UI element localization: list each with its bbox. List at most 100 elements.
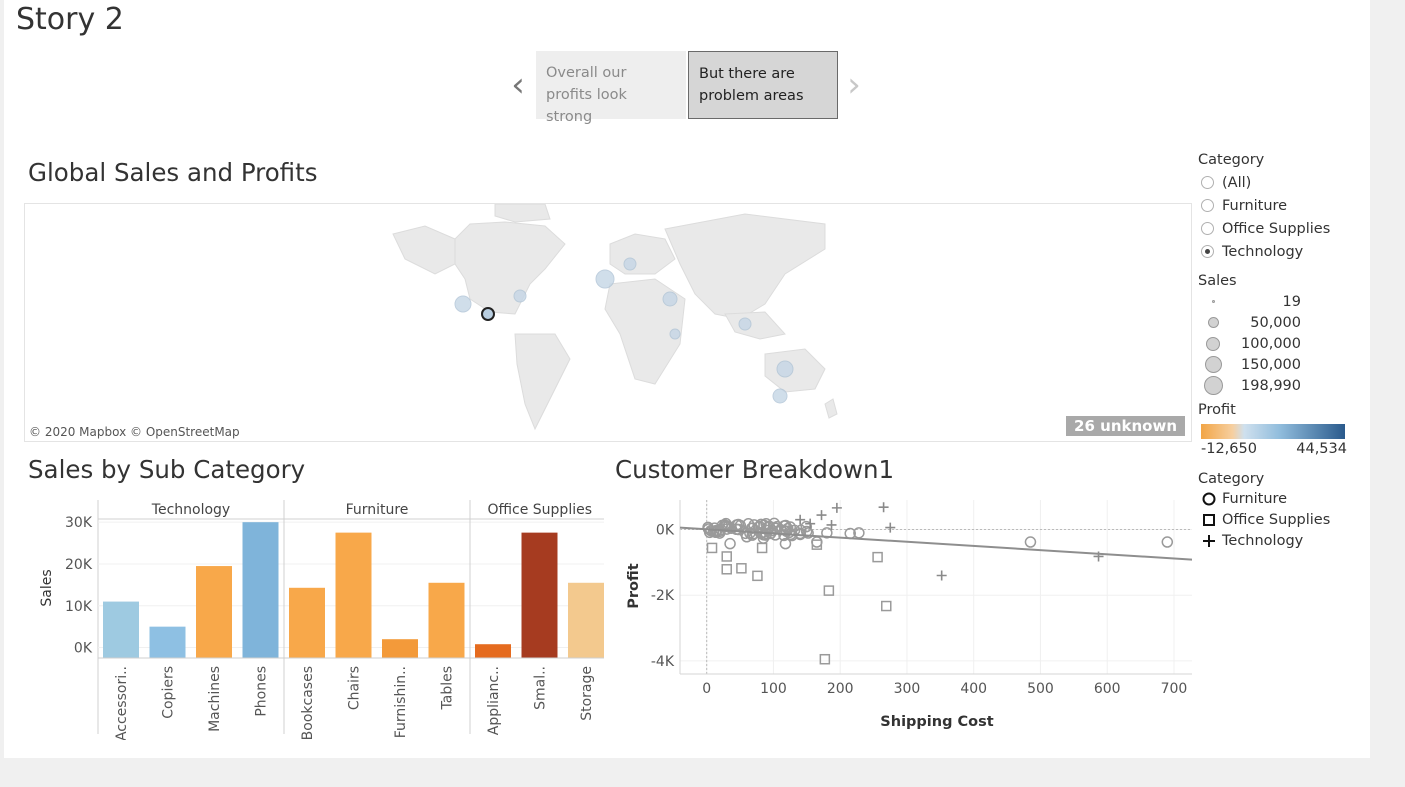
bar-furnishin (382, 639, 418, 658)
y-tick-label: 30K (65, 515, 93, 531)
shape-legend-row-office-supplies: Office Supplies (1198, 509, 1368, 530)
y-tick-label: 0K (74, 641, 93, 657)
bar-storage (568, 582, 604, 658)
bar-copiers (149, 626, 186, 658)
point-square (752, 570, 763, 582)
bar-chart-title: Sales by Sub Category (28, 455, 306, 484)
map-title: Global Sales and Profits (28, 158, 318, 187)
sales-by-subcategory-chart[interactable]: 0K 10K 20K 30K Sales Technology Accessori.. Cop… (24, 494, 604, 740)
size-circle-icon (1207, 317, 1219, 328)
selected-location-marker (481, 307, 495, 321)
y-tick-label: 20K (65, 557, 93, 573)
category-option-technology[interactable]: Technology (1198, 240, 1368, 263)
point-square (721, 551, 732, 562)
profit-legend-title: Profit (1198, 402, 1236, 418)
bar-bookcases (289, 587, 325, 658)
europe-shape (609, 233, 676, 275)
size-legend-row: 100,000 (1198, 333, 1368, 354)
y-tick-label: -2K (651, 588, 675, 604)
world-map-svg[interactable] (25, 204, 1191, 441)
world-map[interactable]: © 2020 Mapbox © OpenStreetMap 26 unknown (24, 203, 1192, 442)
point-square (706, 542, 718, 554)
category-option-office-supplies[interactable]: Office Supplies (1198, 217, 1368, 240)
x-tick-label: Accessori.. (114, 666, 130, 740)
x-tick-label: 200 (827, 681, 854, 697)
story-point-1[interactable]: Overall our profits look strong (536, 51, 686, 125)
point-square (756, 542, 768, 554)
category-filter-title: Category (1198, 152, 1265, 168)
story-page: Story 2 ‹ Overall our profits look stron… (4, 0, 1370, 758)
x-tick-label: Phones (254, 666, 270, 717)
bar-machines (196, 566, 232, 658)
x-tick-label: Storage (579, 666, 595, 721)
x-tick-label: 0 (702, 681, 711, 697)
y-tick-label: -4K (651, 654, 675, 670)
unknown-locations-badge[interactable]: 26 unknown (1066, 416, 1185, 436)
bar-smal (521, 532, 558, 658)
x-tick-label: Smal.. (533, 666, 549, 710)
customer-breakdown-chart[interactable]: 0 100 200 300 400 500 600 700 0K -2K -4K Shipping C… (612, 494, 1192, 740)
y-tick-label: 0K (656, 523, 675, 539)
shape-legend-row-furniture: Furniture (1198, 488, 1368, 509)
size-legend-row: 198,990 (1198, 375, 1368, 396)
size-legend-row: 150,000 (1198, 354, 1368, 375)
x-axis-label: Shipping Cost (880, 714, 993, 730)
previous-story-point-button[interactable]: ‹ (506, 68, 530, 104)
x-tick-label: 100 (760, 681, 787, 697)
x-tick-label: 500 (1027, 681, 1054, 697)
category-shape-legend-title: Category (1198, 471, 1265, 487)
bar-applianc (475, 644, 511, 658)
point-circle (1161, 536, 1174, 548)
x-tick-label: Chairs (347, 666, 363, 710)
point-square (823, 585, 835, 596)
y-axis-label: Sales (39, 569, 55, 606)
north-america-shape (454, 221, 566, 315)
x-tick-label: Furnishin.. (393, 666, 409, 738)
x-tick-label: 400 (960, 681, 987, 697)
radio-icon (1201, 176, 1214, 189)
profit-max: 44,534 (1296, 441, 1347, 457)
x-tick-label: Copiers (161, 666, 177, 719)
group-header-label: Technology (151, 502, 230, 518)
category-option-furniture[interactable]: Furniture (1198, 194, 1368, 217)
australia-shape (764, 348, 826, 393)
size-circle-icon (1206, 336, 1220, 351)
south-america-shape (514, 333, 571, 431)
map-credit: © 2020 Mapbox © OpenStreetMap (29, 425, 240, 439)
bar-accessori (103, 601, 139, 658)
plus-shape-icon (1202, 534, 1216, 548)
story-point-2[interactable]: But there are problem areas (688, 51, 838, 119)
bar-chairs (335, 532, 372, 658)
asia-shape (664, 213, 826, 320)
radio-icon (1201, 222, 1214, 235)
x-tick-label: 600 (1094, 681, 1121, 697)
category-filter: (All) Furniture Office Supplies Technolo… (1198, 171, 1368, 263)
x-tick-label: Bookcases (300, 666, 316, 740)
point-plus (936, 570, 947, 581)
x-tick-label: Applianc.. (486, 666, 502, 735)
sales-size-legend: 19 50,000 100,000 150,000 198,990 (1198, 291, 1368, 396)
group-header-label: Office Supplies (487, 502, 592, 518)
square-shape-icon (1202, 513, 1216, 527)
point-square (811, 539, 823, 550)
story-title: Story 2 (16, 2, 124, 37)
size-legend-row: 50,000 (1198, 312, 1368, 333)
point-square (721, 564, 732, 575)
point-circle (1024, 536, 1037, 548)
category-shape-legend: Furniture Office Supplies Technology (1198, 488, 1368, 551)
x-tick-label: 300 (894, 681, 921, 697)
point-square (819, 653, 831, 665)
point-circle (724, 537, 736, 550)
next-story-point-button[interactable]: › (842, 68, 866, 104)
profit-color-scale (1201, 424, 1345, 439)
new-zealand-shape (824, 398, 838, 419)
bar-tables (428, 582, 465, 658)
point-plus (878, 502, 889, 513)
y-axis-label: Profit (626, 563, 642, 608)
category-option-all[interactable]: (All) (1198, 171, 1368, 194)
x-tick-label: Tables (440, 666, 456, 711)
profit-range: -12,650 44,534 (1201, 441, 1347, 457)
point-square (736, 563, 747, 574)
point-plus (816, 510, 827, 521)
size-circle-icon (1203, 376, 1223, 395)
